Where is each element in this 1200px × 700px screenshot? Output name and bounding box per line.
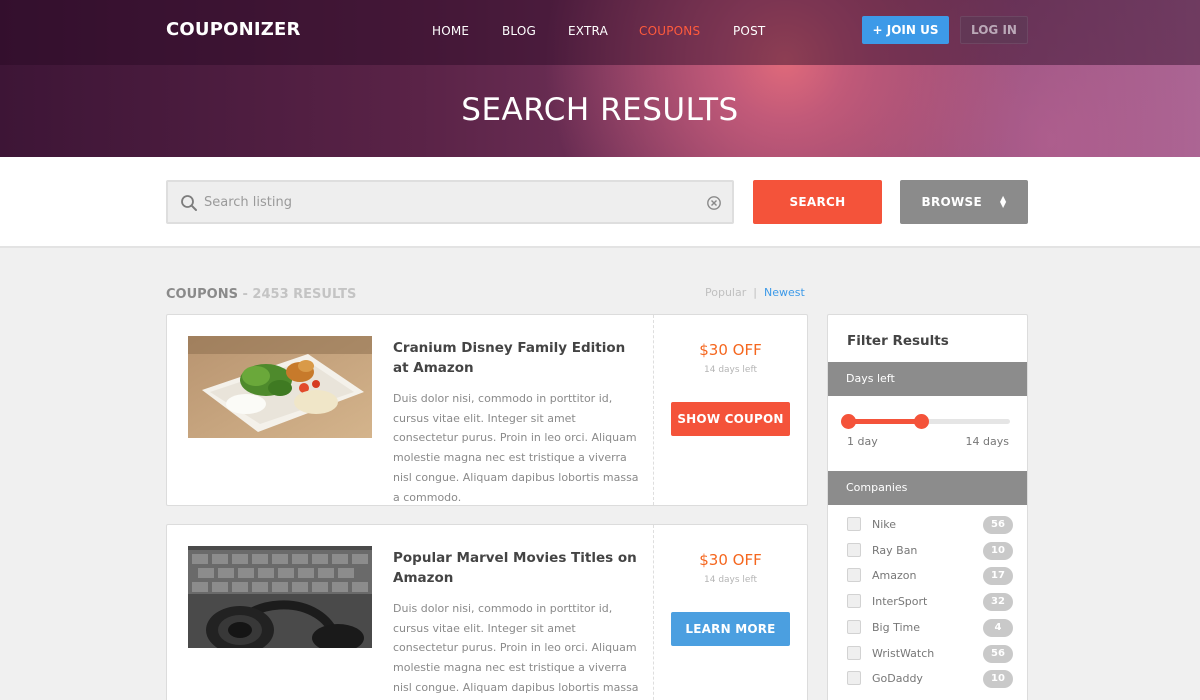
days-slider-max-handle[interactable]	[913, 414, 929, 429]
company-filter-item[interactable]: GoDaddy 10	[847, 669, 1013, 689]
nav-home[interactable]: HOME	[432, 24, 469, 38]
company-name: Amazon	[872, 569, 917, 583]
nav-blog[interactable]: BLOG	[502, 24, 536, 38]
sort-popular-link[interactable]: Popular	[705, 286, 746, 299]
sort-arrows-icon: ▲ ▼	[1000, 194, 1007, 209]
search-button[interactable]: SEARCH	[753, 180, 882, 224]
coupon-description: Duis dolor nisi, commodo in porttitor id…	[393, 392, 639, 504]
company-filter-item[interactable]: WristWatch 56	[847, 644, 1013, 664]
days-slider-min-handle[interactable]	[841, 414, 856, 429]
browse-button[interactable]: BROWSE ▲ ▼	[900, 180, 1028, 224]
sort-options: Popular | Newest	[705, 286, 805, 299]
filter-sidebar: Filter Results Days left 1 day 14 days C…	[827, 314, 1028, 700]
company-count-badge: 10	[983, 670, 1013, 689]
coupon-discount: $30 OFF	[699, 551, 762, 569]
nav-extra[interactable]: EXTRA	[568, 24, 608, 38]
sort-separator: |	[753, 286, 757, 299]
log-in-button[interactable]: LOG IN	[960, 16, 1028, 44]
company-checkbox[interactable]	[847, 619, 861, 634]
company-checkbox[interactable]	[847, 594, 861, 609]
days-max-label: 14 days	[965, 435, 1009, 448]
company-filter-item[interactable]: Ray Ban 10	[847, 541, 1013, 561]
results-heading: COUPONS - 2453 RESULTS	[166, 287, 356, 302]
show-coupon-button[interactable]: SHOW COUPON	[671, 402, 790, 436]
join-us-button[interactable]: + JOIN US	[862, 16, 949, 44]
coupon-description: Duis dolor nisi, commodo in porttitor id…	[393, 602, 639, 694]
company-count-badge: 10	[983, 541, 1013, 560]
learn-more-button[interactable]: LEARN MORE	[671, 612, 790, 646]
sort-newest-link[interactable]: Newest	[764, 286, 805, 299]
company-name: InterSport	[872, 595, 928, 609]
days-left-slider[interactable]	[841, 414, 1010, 429]
results-count: - 2453 RESULTS	[237, 287, 357, 302]
coupon-discount: $30 OFF	[699, 341, 762, 359]
search-box	[166, 180, 734, 224]
company-count-badge: 4	[983, 618, 1013, 637]
company-count-badge: 56	[983, 644, 1013, 663]
coupon-title[interactable]: Cranium Disney Family Edition at Amazon	[393, 338, 643, 378]
company-checkbox[interactable]	[847, 542, 861, 557]
coupon-days-left: 14 days left	[704, 365, 757, 375]
company-name: WristWatch	[872, 646, 935, 660]
nav-post[interactable]: POST	[733, 24, 765, 38]
filter-title: Filter Results	[847, 333, 949, 349]
clear-search-icon[interactable]	[706, 195, 722, 211]
search-input[interactable]	[204, 186, 694, 218]
company-checkbox[interactable]	[847, 645, 861, 660]
browse-label: BROWSE	[921, 195, 982, 209]
coupon-title[interactable]: Popular Marvel Movies Titles on Amazon	[393, 548, 643, 588]
company-filter-item[interactable]: Amazon 17	[847, 566, 1013, 586]
company-filter-item[interactable]: Big Time 4	[847, 618, 1013, 638]
days-min-label: 1 day	[847, 435, 878, 448]
company-name: Big Time	[872, 620, 921, 634]
company-checkbox[interactable]	[847, 568, 861, 583]
company-name: GoDaddy	[872, 672, 923, 686]
coupon-card: Cranium Disney Family Edition at Amazon …	[166, 314, 808, 506]
company-name: Ray Ban	[872, 543, 918, 557]
company-count-badge: 56	[983, 516, 1013, 534]
page-title: SEARCH RESULTS	[461, 92, 739, 128]
search-icon	[181, 195, 197, 211]
companies-header: Companies	[828, 471, 1027, 505]
company-checkbox[interactable]	[847, 671, 861, 686]
company-filter-item[interactable]: InterSport 32	[847, 592, 1013, 612]
company-filter-item[interactable]: Nike 56	[847, 515, 1013, 535]
days-slider-fill	[848, 419, 921, 424]
nav-coupons[interactable]: COUPONS	[639, 24, 700, 38]
coupon-card: Popular Marvel Movies Titles on Amazon D…	[166, 524, 808, 700]
coupon-days-left: 14 days left	[704, 575, 757, 585]
company-count-badge: 32	[983, 593, 1013, 612]
company-count-badge: 17	[983, 567, 1013, 586]
search-bar-section: SEARCH BROWSE ▲▼	[0, 157, 1200, 248]
days-left-header: Days left	[828, 362, 1027, 396]
coupon-image-headphones[interactable]	[188, 546, 372, 648]
company-name: Nike	[872, 518, 897, 531]
company-checkbox[interactable]	[847, 517, 861, 531]
hero-header: COUPONIZER HOME BLOG EXTRA COUPONS POST …	[0, 0, 1200, 157]
results-category: COUPONS	[166, 287, 238, 302]
coupon-image-food[interactable]	[188, 336, 372, 438]
